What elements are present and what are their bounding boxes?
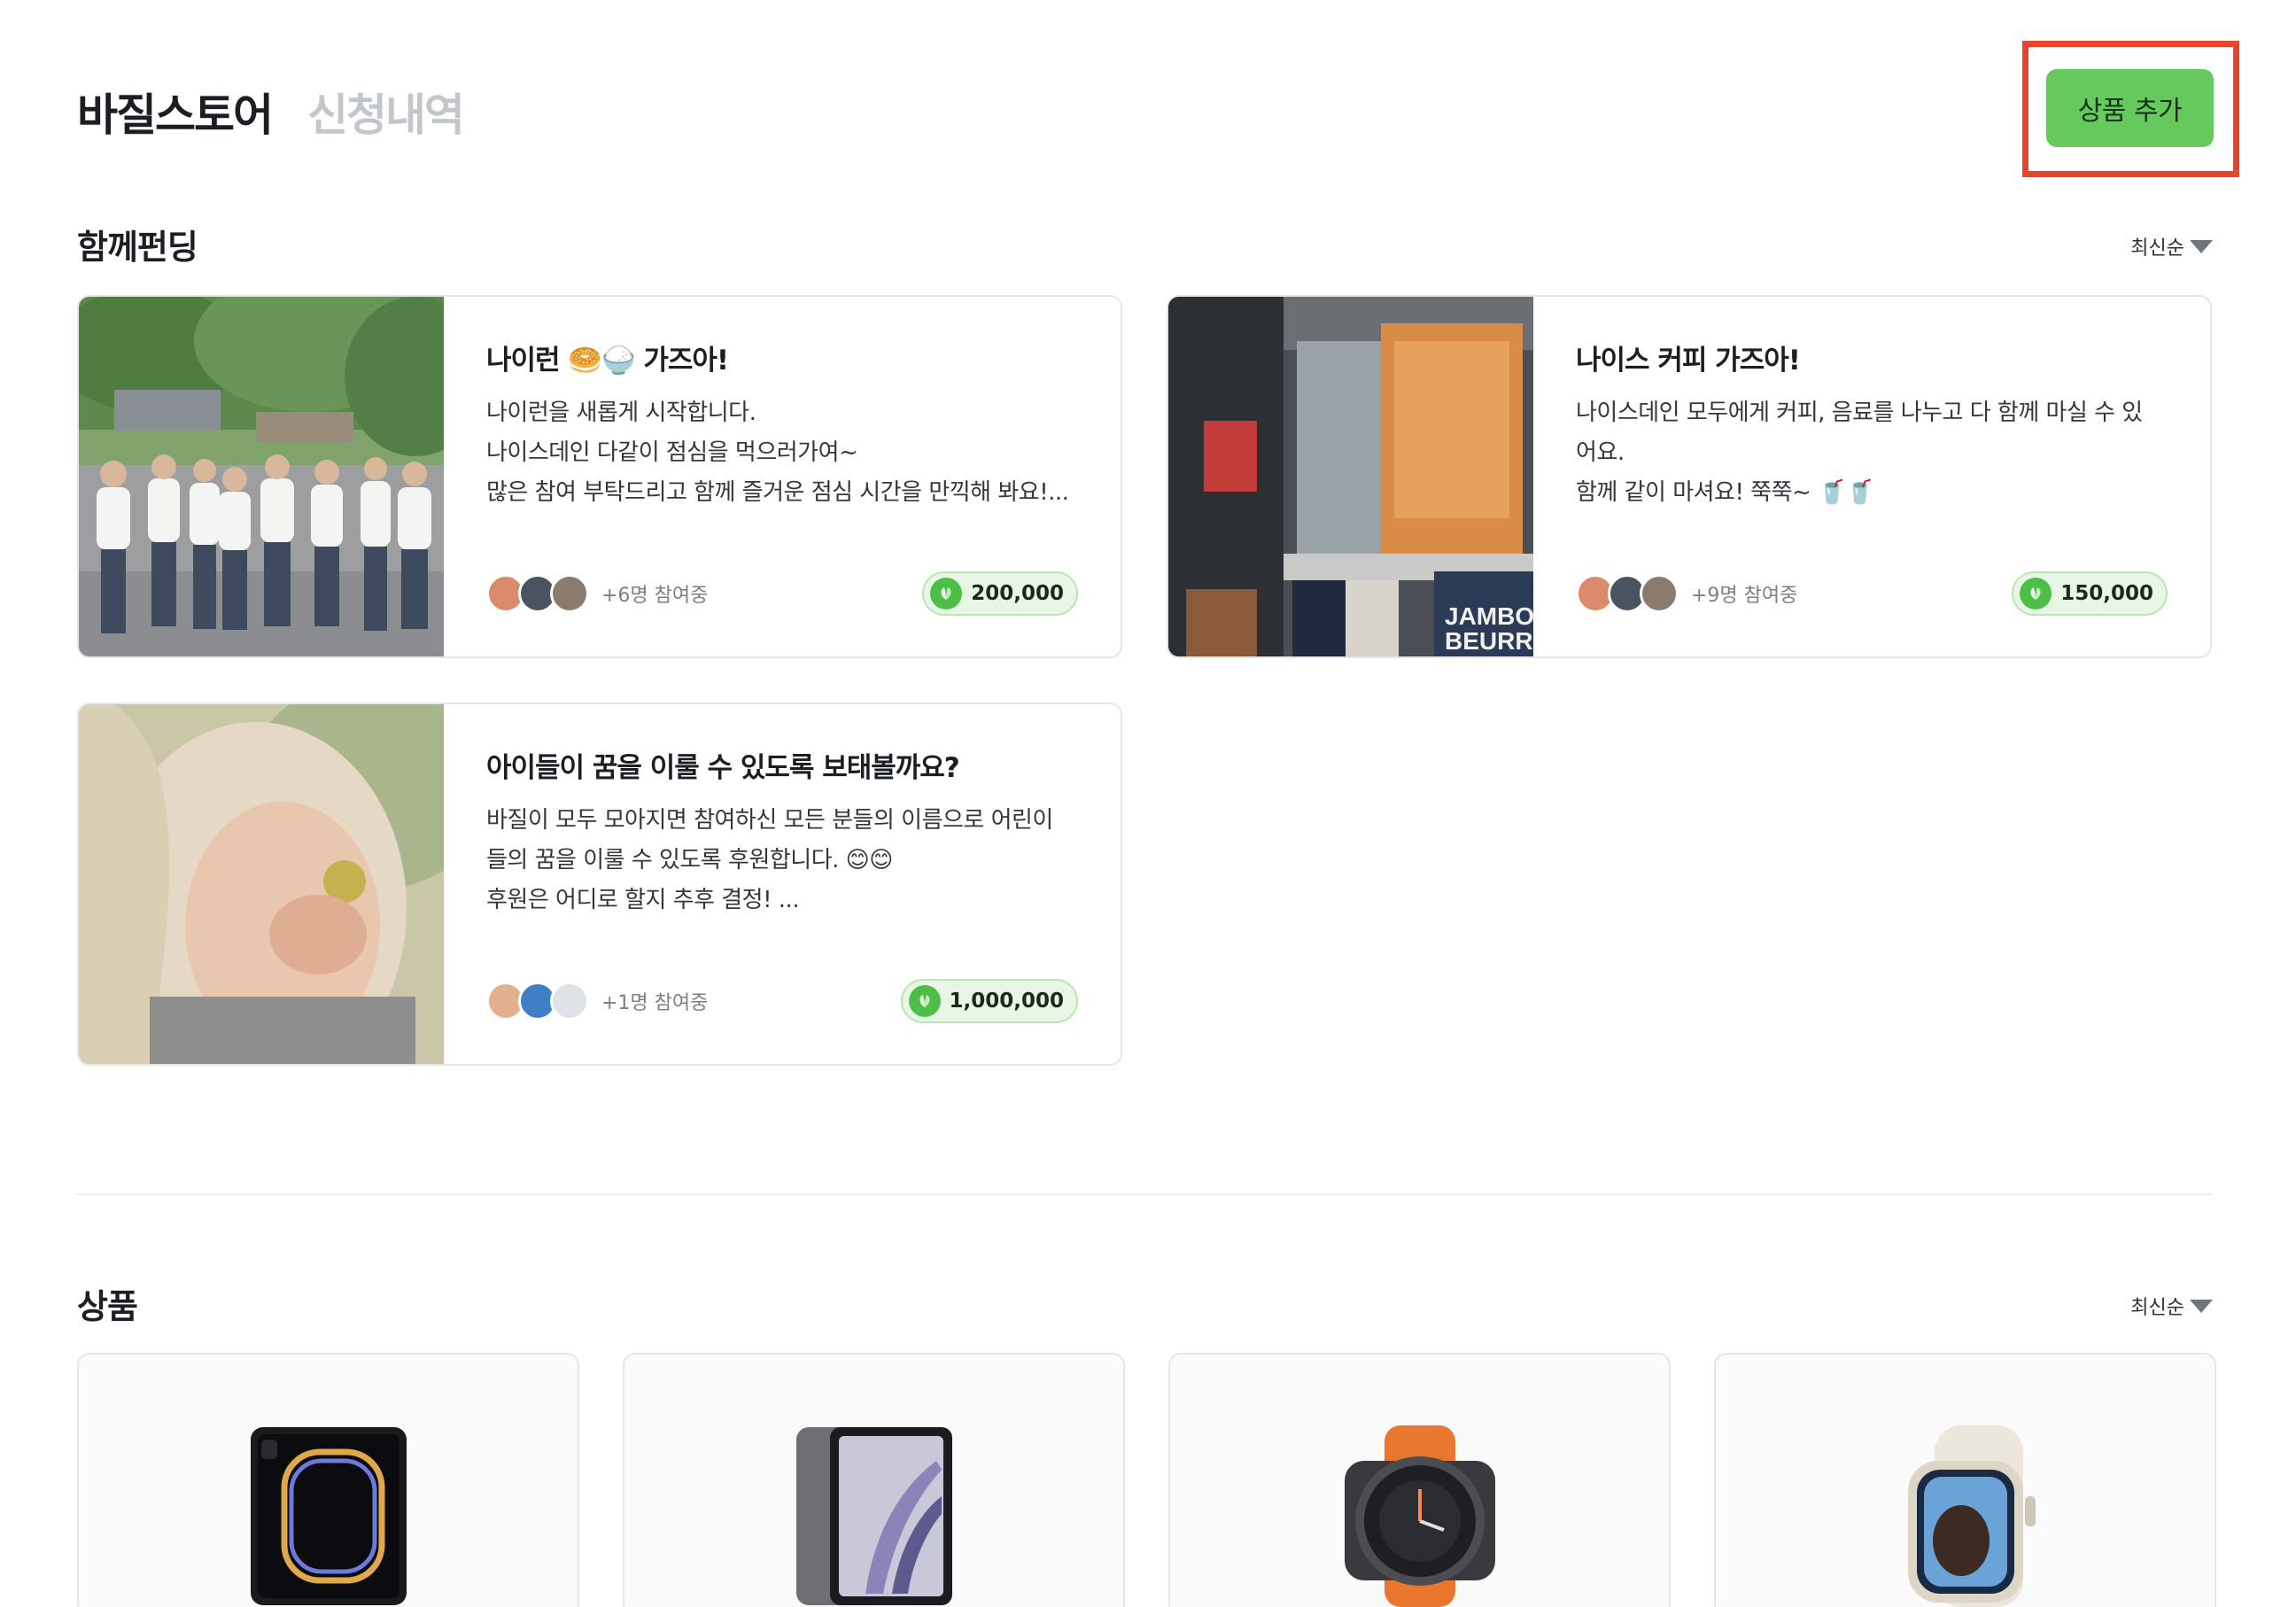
funding-amount: 1,000,000 [949, 990, 1065, 1013]
funding-amount-badge: 200,000 [922, 571, 1078, 616]
store-header: 바질스토어 신청내역 [77, 80, 465, 144]
add-product-button[interactable]: 상품 추가 [2046, 69, 2214, 147]
funding-card-title: 나이런 🥯🍚 가즈아! [486, 345, 729, 377]
funding-card[interactable]: 나이런 🥯🍚 가즈아! 나이런을 새롭게 시작합니다. 나이스데인 다같이 점심… [77, 295, 1122, 658]
funding-card[interactable]: 아이들이 꿈을 이룰 수 있도록 보태볼까요? 바질이 모두 모아지면 참여하신… [77, 703, 1122, 1066]
products-sort-dropdown[interactable]: 최신순 [2130, 1292, 2213, 1320]
svg-text:JAMBON-: JAMBON- [1445, 602, 1533, 630]
caret-down-icon [2190, 239, 2213, 253]
participant-count: +1명 참여중 [601, 992, 709, 1014]
ipad-air-icon [795, 1427, 952, 1605]
funding-section-title: 함께펀딩 [77, 228, 198, 267]
products-sort-label: 최신순 [2130, 1297, 2184, 1319]
funding-amount: 150,000 [2060, 582, 2153, 605]
funding-sort-label: 최신순 [2130, 237, 2184, 260]
avatar [1640, 574, 1679, 613]
section-divider [77, 1193, 2213, 1195]
funding-card-description: 나이런을 새롭게 시작합니다. 나이스데인 다같이 점심을 먹으러가여~ 많은 … [486, 400, 1069, 506]
basil-coin-icon [930, 578, 963, 609]
product-card[interactable] [77, 1353, 579, 1607]
product-card[interactable] [1714, 1353, 2216, 1607]
funding-card-image [79, 297, 444, 656]
tab-application-history[interactable]: 신청내역 [307, 80, 465, 144]
participant-count: +9명 참여중 [1691, 585, 1798, 607]
participant-avatars: +9명 참여중 [1576, 574, 1797, 613]
product-card[interactable] [1168, 1353, 1671, 1607]
funding-sort-dropdown[interactable]: 최신순 [2130, 232, 2213, 260]
basil-coin-icon [908, 985, 941, 1017]
svg-text:BEURRE: BEURRE [1445, 627, 1533, 655]
caret-down-icon [2190, 1299, 2213, 1313]
galaxy-watch-ultra-icon [1344, 1425, 1495, 1607]
tab-basil-store[interactable]: 바질스토어 [77, 80, 274, 144]
apple-watch-icon [1907, 1425, 2036, 1607]
product-card[interactable] [623, 1353, 1125, 1607]
ipad-pro-icon [250, 1427, 407, 1605]
funding-amount: 200,000 [971, 582, 1064, 605]
avatar [550, 982, 589, 1021]
funding-card-image: JAMBON- BEURRE [1168, 297, 1533, 656]
funding-card-title: 나이스 커피 가즈아! [1576, 345, 1801, 377]
funding-card-description: 나이스데인 모두에게 커피, 음료를 나누고 다 함께 마실 수 있 어요. 함… [1576, 400, 2143, 506]
participant-avatars: +1명 참여중 [486, 982, 708, 1021]
participant-count: +6명 참여중 [601, 585, 709, 607]
funding-card-image [79, 704, 444, 1064]
basil-coin-icon [2020, 578, 2052, 609]
avatar [550, 574, 589, 613]
funding-card-title: 아이들이 꿈을 이룰 수 있도록 보태볼까요? [486, 752, 960, 784]
funding-amount-badge: 150,000 [2012, 571, 2168, 616]
funding-card-description: 바질이 모두 모아지면 참여하신 모든 분들의 이름으로 어린이 들의 꿈을 이… [486, 807, 1053, 913]
funding-amount-badge: 1,000,000 [900, 979, 1078, 1023]
products-section-title: 상품 [77, 1287, 138, 1326]
participant-avatars: +6명 참여중 [486, 574, 708, 613]
funding-card[interactable]: JAMBON- BEURRE 나이스 커피 가즈아! 나이스데인 모두에게 커피… [1167, 295, 2212, 658]
